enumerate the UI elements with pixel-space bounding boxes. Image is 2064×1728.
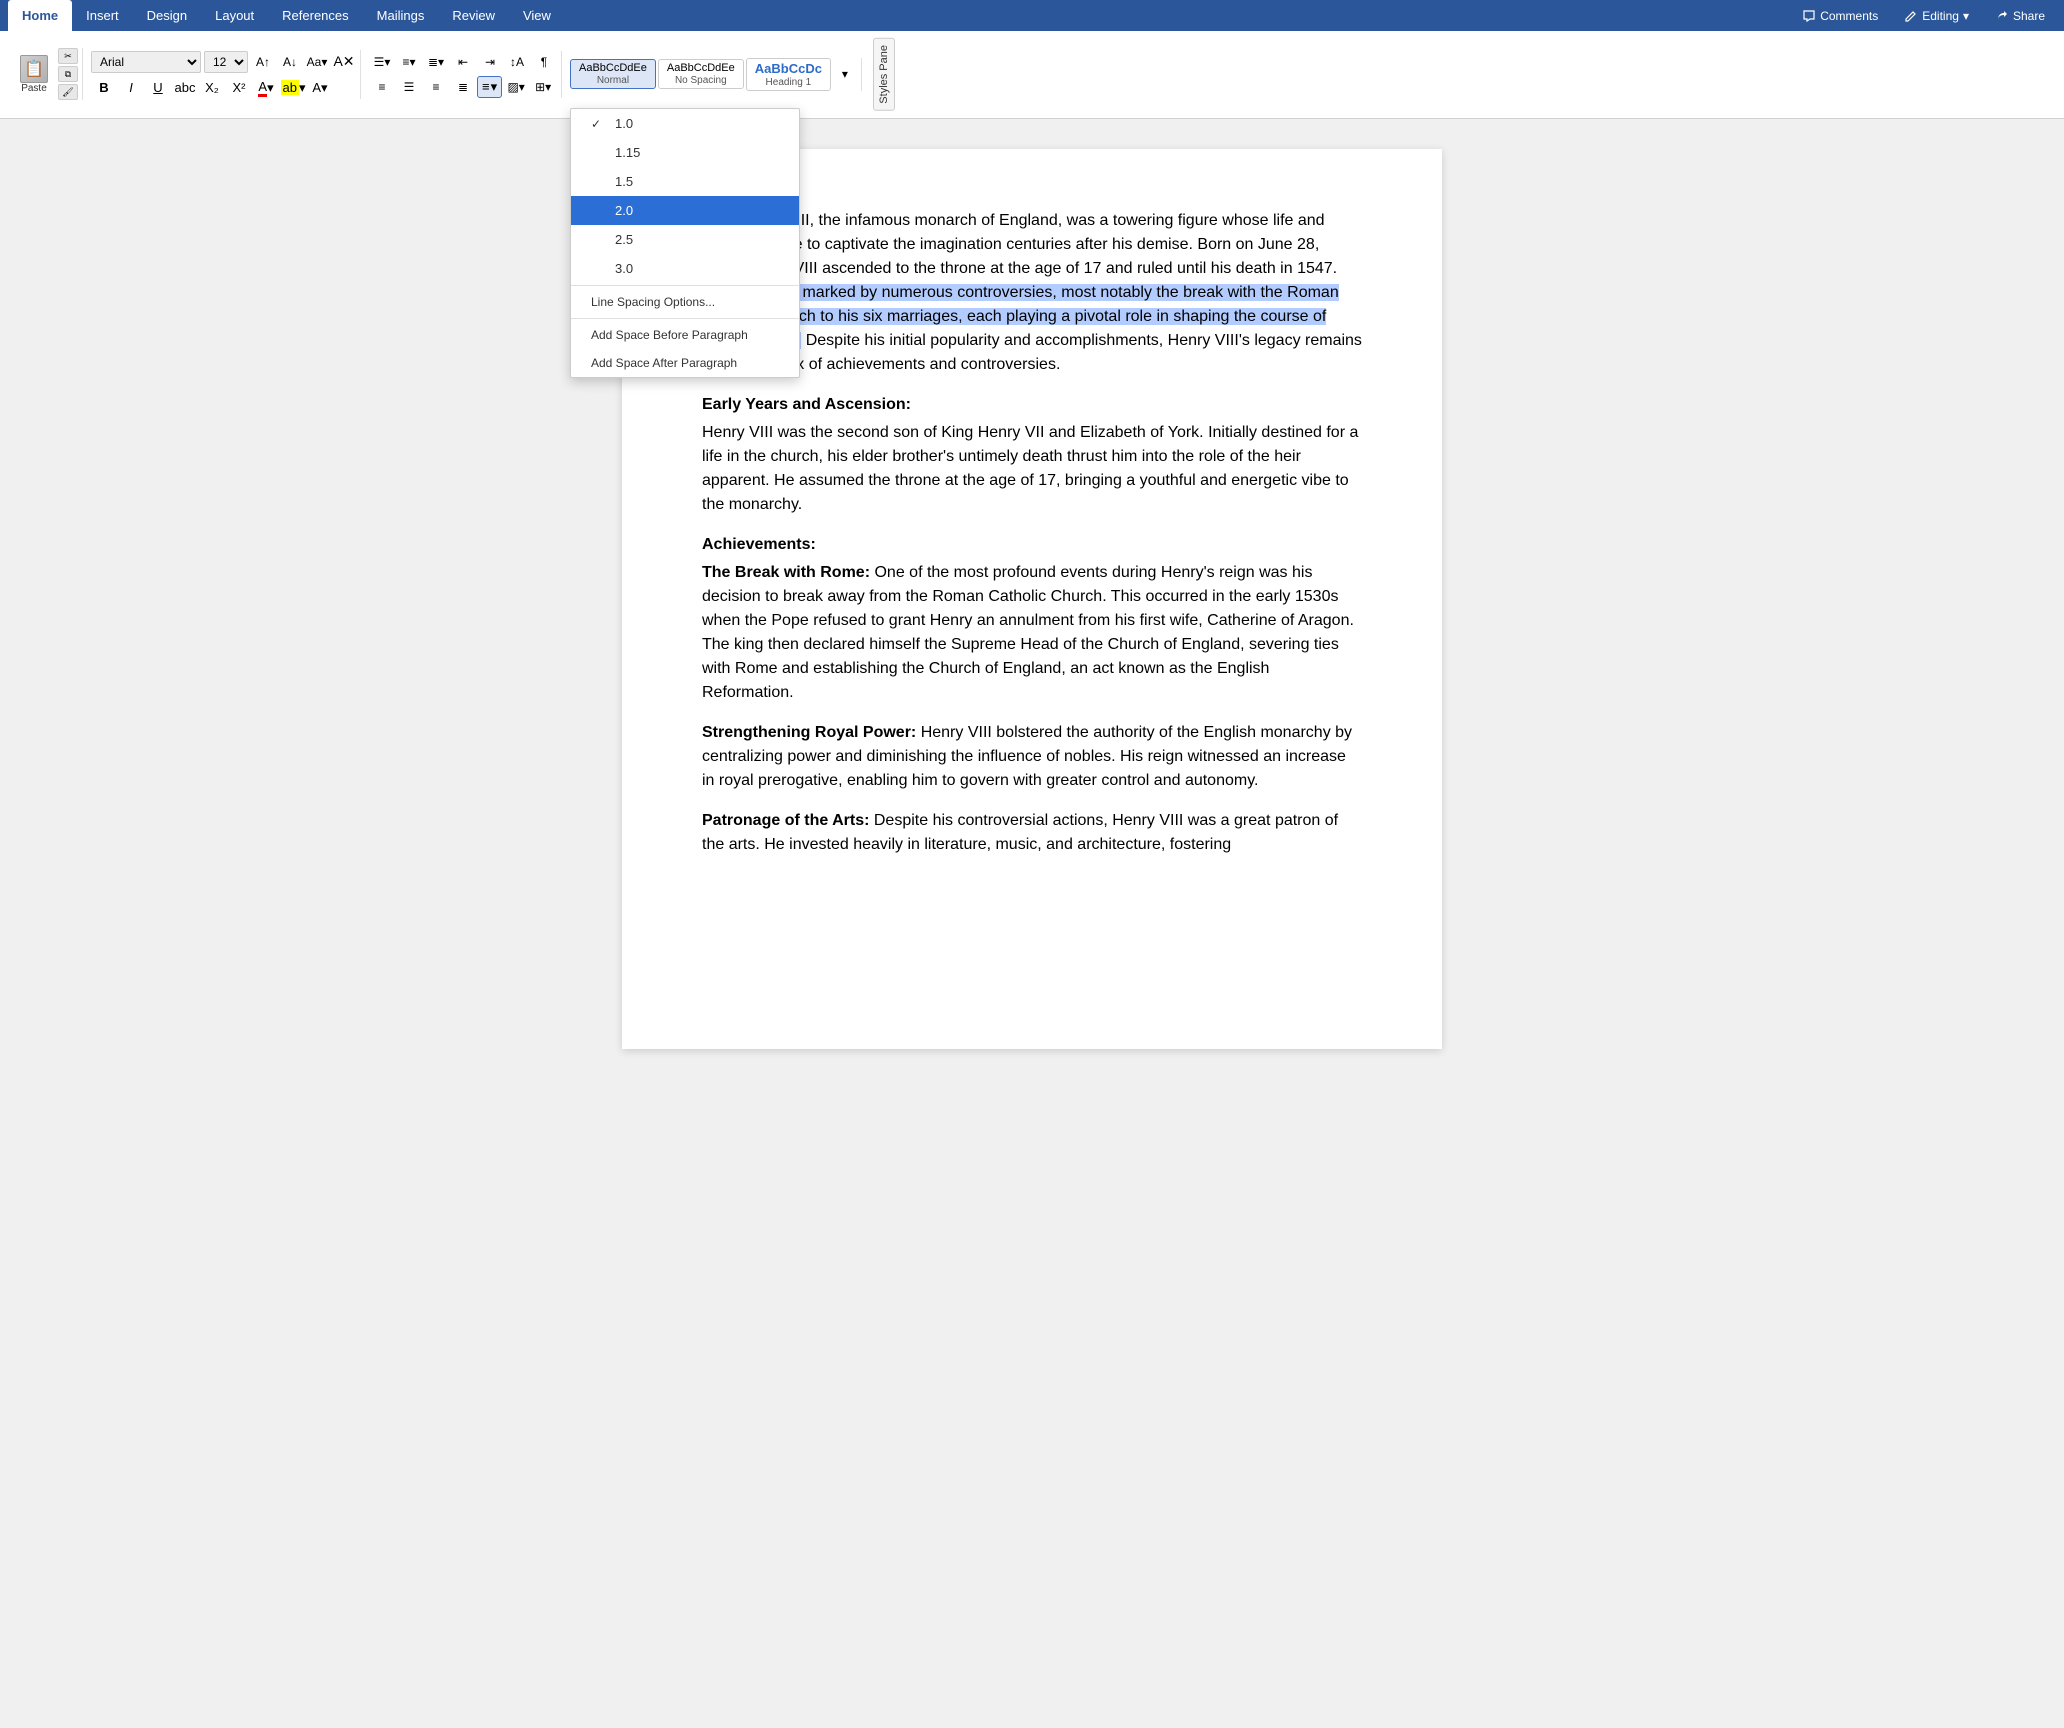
dropdown-divider-2 [571,318,799,319]
clipboard-group: 📋 Paste ✂ ⧉ 🖌 [8,48,83,100]
app-window: Home Insert Design Layout References Mai… [0,0,2064,1079]
cut-button[interactable]: ✂ [58,48,78,64]
style-normal-preview: AaBbCcDdEe [579,62,647,74]
style-no-spacing[interactable]: AaBbCcDdEe No Spacing [658,59,744,89]
styles-pane-label: Styles Pane [873,38,895,111]
paragraph-2: Henry VIII was the second son of King He… [702,421,1362,517]
style-heading1-label: Heading 1 [766,77,812,88]
check-icon-1: ✓ [591,117,607,131]
shading-button[interactable]: A▾ [307,77,333,99]
font-format-row: B I U abc X₂ X² A▾ ab▾ A▾ [91,77,356,99]
italic-button[interactable]: I [118,77,144,99]
pencil-icon [1904,9,1918,23]
paste-button[interactable]: 📋 Paste [12,51,56,98]
underline-button[interactable]: U [145,77,171,99]
comments-button[interactable]: Comments [1791,4,1889,28]
highlight-button[interactable]: ab▾ [280,77,306,99]
styles-group: AaBbCcDdEe Normal AaBbCcDdEe No Spacing … [566,58,862,91]
tab-home[interactable]: Home [8,0,72,31]
tab-layout[interactable]: Layout [201,0,268,31]
paragraph-royal-power: Strengthening Royal Power: Henry VIII bo… [702,721,1362,793]
tab-mailings[interactable]: Mailings [363,0,439,31]
increase-font-button[interactable]: A↑ [251,50,275,74]
numbering-button[interactable]: ≡▾ [396,51,422,73]
comment-icon [1802,9,1816,23]
heading-early-years: Early Years and Ascension: [702,393,1362,417]
align-center-button[interactable]: ☰ [396,76,422,98]
strikethrough-button[interactable]: abc [172,77,198,99]
tab-insert[interactable]: Insert [72,0,133,31]
comments-label: Comments [1820,9,1878,23]
style-heading1[interactable]: AaBbCcDc Heading 1 [746,58,831,91]
paragraph-break-rome: The Break with Rome: One of the most pro… [702,561,1362,705]
increase-indent-button[interactable]: ⇥ [477,51,503,73]
heading-break-rome: The Break with Rome: [702,564,870,581]
ribbon-right-controls: Comments Editing ▾ Share [1791,0,2064,31]
styles-pane-button[interactable]: Styles Pane [866,35,902,114]
font-group: Arial 12 A↑ A↓ Aa▾ A✕ B I U abc X₂ X² [87,50,361,99]
style-normal[interactable]: AaBbCcDdEe Normal [570,59,656,89]
align-right-button[interactable]: ≡ [423,76,449,98]
heading-achievements: Achievements: [702,533,1362,557]
shading-para-button[interactable]: ▨▾ [503,76,529,98]
linespacing-options-link[interactable]: Line Spacing Options... [571,288,799,316]
ribbon-tabs: Home Insert Design Layout References Mai… [0,0,2064,31]
editing-button[interactable]: Editing ▾ [1893,4,1980,28]
paste-label: Paste [21,83,47,94]
copy-button[interactable]: ⧉ [58,66,78,82]
decrease-font-button[interactable]: A↓ [278,50,302,74]
linespacing-option-6[interactable]: 3.0 [571,254,799,283]
style-nospacing-label: No Spacing [675,75,727,86]
linespacing-option-5[interactable]: 2.5 [571,225,799,254]
change-case-button[interactable]: Aa▾ [305,50,329,74]
multilevel-button[interactable]: ≣▾ [423,51,449,73]
superscript-button[interactable]: X² [226,77,252,99]
linespacing-option-2[interactable]: 1.15 [571,138,799,167]
style-heading1-preview: AaBbCcDc [755,61,822,76]
editing-label: Editing [1922,9,1959,23]
paragraph-arts: Patronage of the Arts: Despite his contr… [702,809,1362,857]
document-area: King Henry VIII, the infamous monarch of… [0,119,2064,1079]
linespacing-option-1[interactable]: ✓ 1.0 [571,109,799,138]
decrease-indent-button[interactable]: ⇤ [450,51,476,73]
heading-royal-power: Strengthening Royal Power: [702,724,916,741]
line-spacing-button[interactable]: ≡ ▾ [477,76,502,98]
tab-design[interactable]: Design [133,0,201,31]
font-name-select[interactable]: Arial [91,51,201,73]
ribbon-toolbar: 📋 Paste ✂ ⧉ 🖌 Arial [0,31,2064,119]
style-nospacing-preview: AaBbCcDdEe [667,62,735,74]
tab-view[interactable]: View [509,0,565,31]
subscript-button[interactable]: X₂ [199,77,225,99]
linespacing-option-4[interactable]: 2.0 [571,196,799,225]
tab-review[interactable]: Review [438,0,509,31]
font-size-select[interactable]: 12 [204,51,248,73]
font-color-button[interactable]: A▾ [253,77,279,99]
clear-format-button[interactable]: A✕ [332,50,356,74]
line-spacing-dropdown: ✓ 1.0 1.15 1.5 2.0 2.5 3.0 Line Spacing … [570,108,800,378]
heading-arts: Patronage of the Arts: [702,812,869,829]
add-space-after-button[interactable]: Add Space After Paragraph [571,349,799,377]
bullets-button[interactable]: ☰▾ [369,51,395,73]
more-styles-button[interactable]: ▾ [833,62,857,86]
linespacing-option-3[interactable]: 1.5 [571,167,799,196]
bold-button[interactable]: B [91,77,117,99]
align-left-button[interactable]: ≡ [369,76,395,98]
dropdown-divider-1 [571,285,799,286]
show-para-button[interactable]: ¶ [531,51,557,73]
paragraph-group: ☰▾ ≡▾ ≣▾ ⇤ ⇥ ↕A ¶ ≡ ☰ ≡ ≣ ≡ ▾ [365,51,562,98]
format-painter-button[interactable]: 🖌 [58,84,78,100]
share-label: Share [2013,9,2045,23]
tab-references[interactable]: References [268,0,362,31]
share-button[interactable]: Share [1984,4,2056,28]
paste-icon: 📋 [20,55,48,83]
add-space-before-button[interactable]: Add Space Before Paragraph [571,321,799,349]
sort-button[interactable]: ↕A [504,51,530,73]
justify-button[interactable]: ≣ [450,76,476,98]
share-icon [1995,9,2009,23]
paragraph-1: King Henry VIII, the infamous monarch of… [702,209,1362,377]
style-normal-label: Normal [597,75,629,86]
borders-button[interactable]: ⊞▾ [530,76,556,98]
